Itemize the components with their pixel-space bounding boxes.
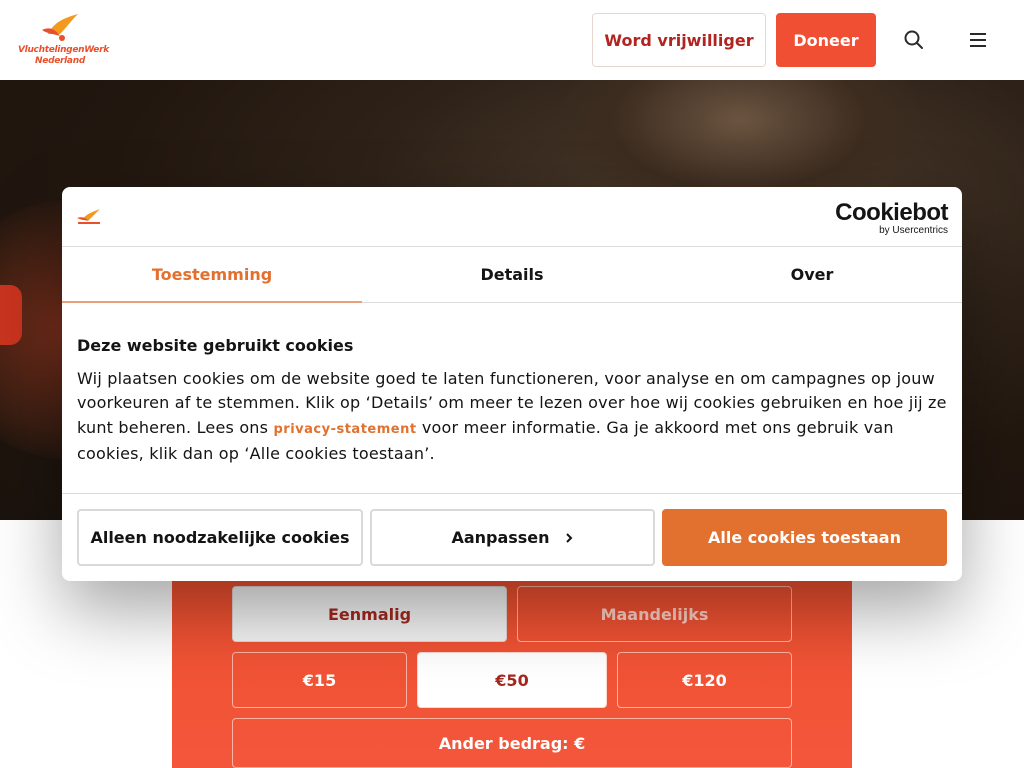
- cookie-consent-dialog: Cookiebot by Usercentrics Toestemming De…: [62, 187, 962, 581]
- logo-line2: Nederland: [35, 56, 85, 66]
- site-logo-small-icon: [77, 209, 100, 224]
- site-header: VluchtelingenWerk Nederland Word vrijwil…: [0, 0, 1024, 80]
- frequency-monthly-button[interactable]: Maandelijks: [517, 586, 792, 642]
- tab-toestemming[interactable]: Toestemming: [62, 247, 362, 303]
- privacy-statement-link[interactable]: privacy-statement: [273, 422, 416, 437]
- dialog-header: Cookiebot by Usercentrics: [62, 187, 962, 247]
- logo-line1: VluchtelingenWerk: [18, 45, 109, 55]
- search-icon[interactable]: [902, 28, 926, 52]
- tab-over[interactable]: Over: [662, 247, 962, 302]
- customize-button-label: Aanpassen: [451, 528, 550, 547]
- dialog-divider: [62, 493, 962, 494]
- other-amount-field[interactable]: Ander bedrag: €: [232, 718, 792, 768]
- amount-15-button[interactable]: €15: [232, 652, 407, 708]
- bird-logo-icon: [42, 14, 78, 41]
- amount-120-button[interactable]: €120: [617, 652, 792, 708]
- donate-button[interactable]: Doneer: [776, 13, 876, 67]
- consent-tabs: Toestemming Details Over: [62, 247, 962, 303]
- dialog-body: Deze website gebruikt cookies Wij plaats…: [77, 335, 947, 467]
- customize-button[interactable]: Aanpassen: [370, 509, 655, 566]
- cookiebot-logo[interactable]: Cookiebot by Usercentrics: [835, 201, 948, 237]
- hamburger-menu-icon[interactable]: [966, 28, 990, 52]
- chevron-right-icon: [565, 532, 572, 543]
- allow-all-cookies-button[interactable]: Alle cookies toestaan: [662, 509, 947, 566]
- vluchtelingenwerk-logo[interactable]: VluchtelingenWerk Nederland: [18, 12, 109, 70]
- amount-50-button[interactable]: €50: [417, 652, 607, 708]
- frequency-once-button[interactable]: Eenmalig: [232, 586, 507, 642]
- dialog-description: Wij plaatsen cookies om de website goed …: [77, 369, 947, 464]
- dialog-title: Deze website gebruikt cookies: [77, 336, 354, 355]
- tab-details[interactable]: Details: [362, 247, 662, 302]
- necessary-cookies-button[interactable]: Alleen noodzakelijke cookies: [77, 509, 363, 566]
- volunteer-button[interactable]: Word vrijwilliger: [592, 13, 766, 67]
- donation-widget: Eenmalig Maandelijks €15 €50 €120 Ander …: [172, 560, 852, 768]
